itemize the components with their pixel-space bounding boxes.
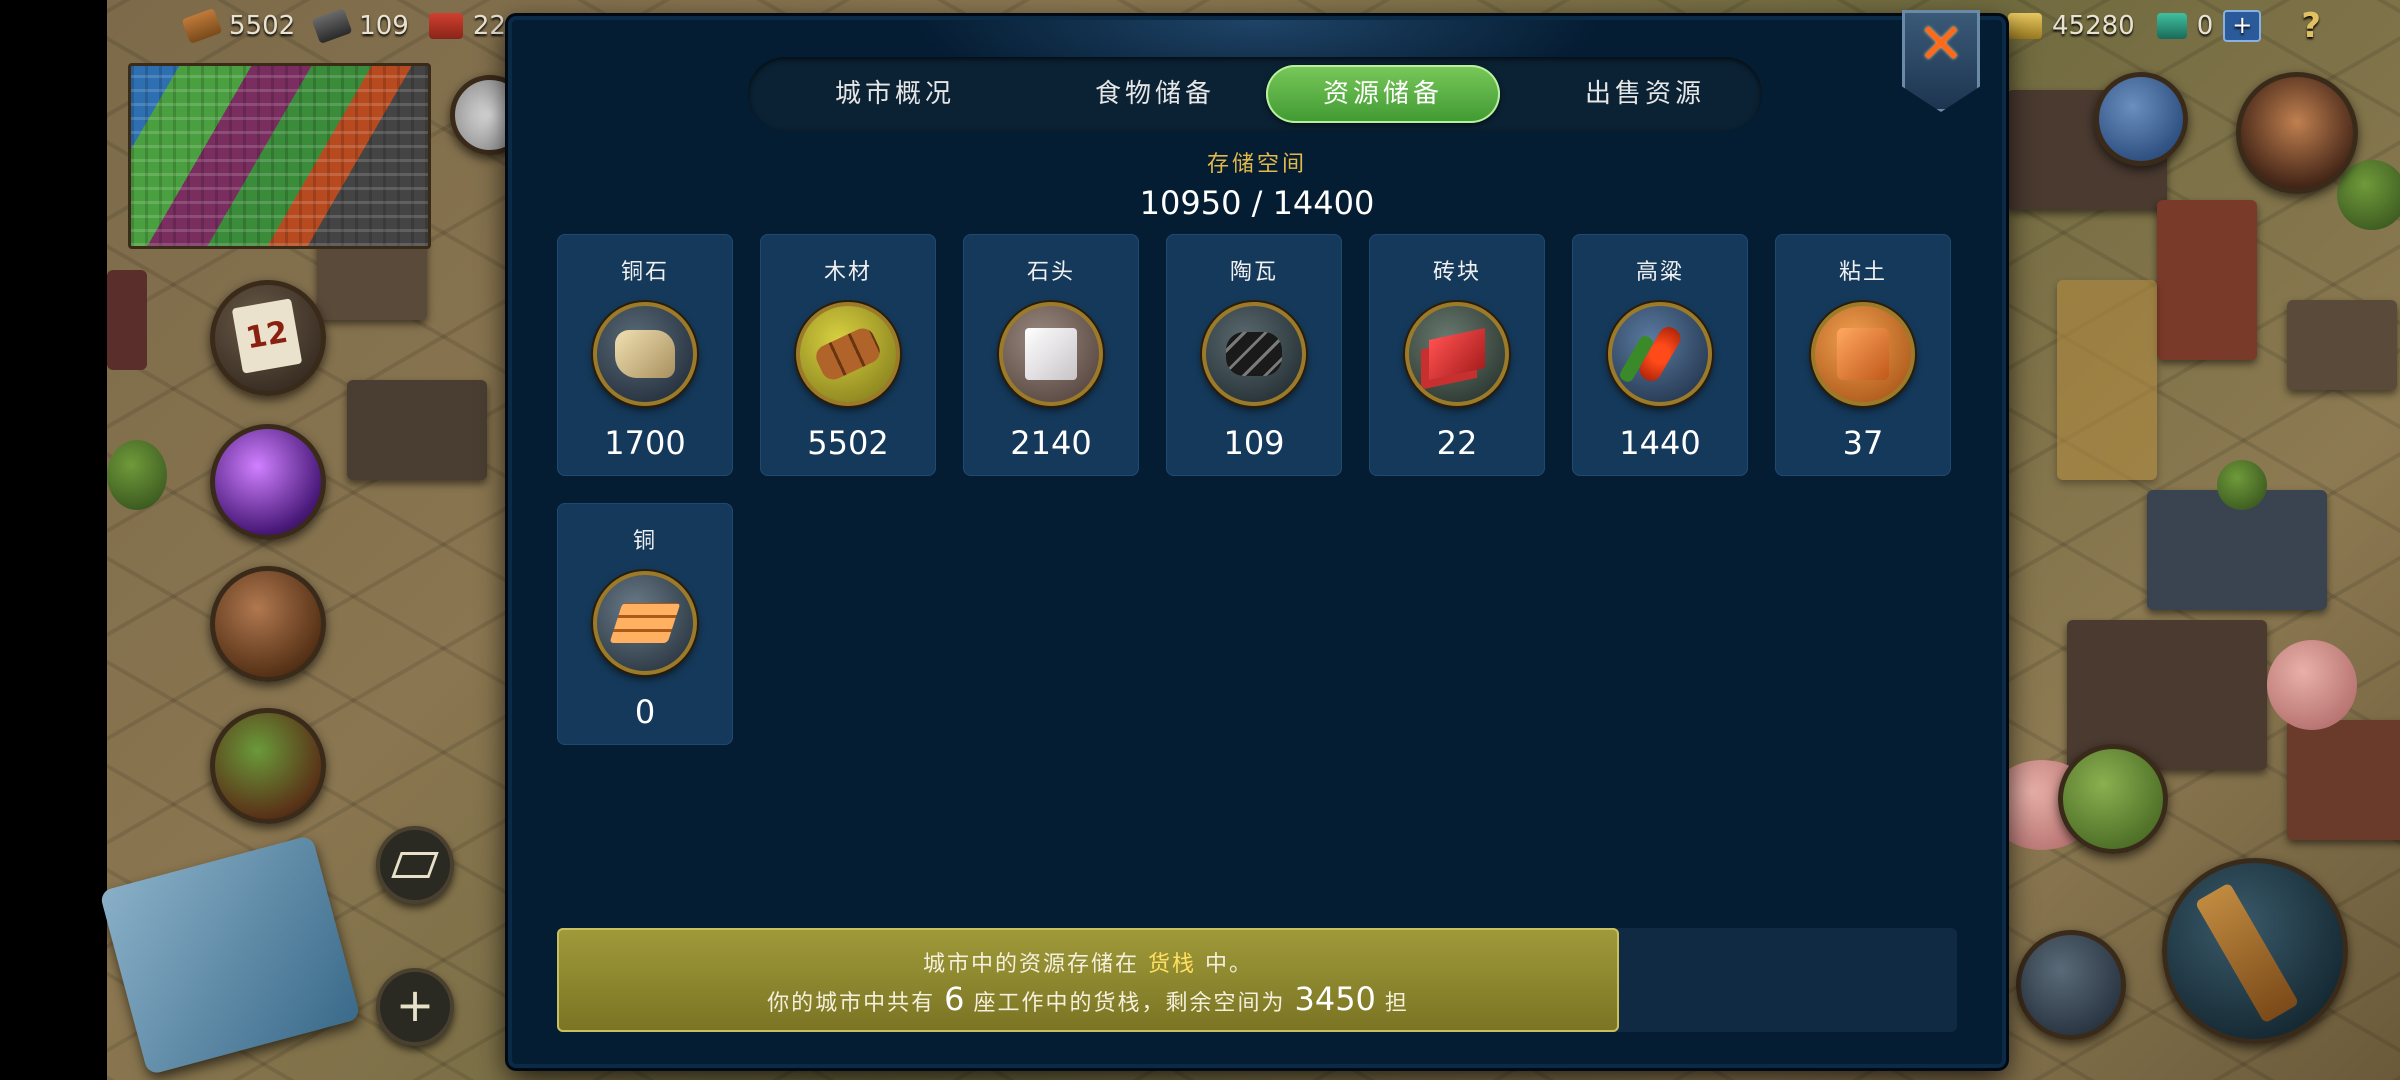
info-line1-suffix: 中。: [1205, 952, 1254, 977]
tab-city-overview[interactable]: 城市概况: [778, 65, 1012, 123]
remaining-space: 3450: [1294, 980, 1376, 1018]
close-button[interactable]: ✕: [1902, 10, 1980, 112]
resource-name: 石头: [1026, 260, 1075, 285]
top-resource-bar: 5502 109 22: [181, 4, 506, 48]
resource-name: 高粱: [1635, 260, 1684, 285]
help-button[interactable]: ?: [2301, 6, 2321, 46]
resource-quantity: 2140: [1010, 424, 1092, 462]
info-line-1: 城市中的资源存储在 货栈 中。: [557, 946, 1619, 978]
copper-ingot-icon: [593, 571, 697, 675]
magic-orb-button[interactable]: [210, 424, 326, 540]
info-line-2: 你的城市中共有 6 座工作中的货栈，剩余空间为 3450 担: [557, 980, 1619, 1018]
resource-quantity: 37: [1842, 424, 1884, 462]
info-line2-mid: 座工作中的货栈，剩余空间为: [973, 991, 1286, 1016]
tab-resource-storage[interactable]: 资源储备: [1266, 65, 1500, 123]
resource-name: 砖块: [1432, 260, 1481, 285]
resource-name: 陶瓦: [1229, 260, 1278, 285]
shovel-button[interactable]: [2016, 930, 2126, 1040]
resource-card-stone[interactable]: 石头 2140: [963, 234, 1139, 476]
tile-count: 109: [359, 11, 409, 41]
stone-block-icon: [999, 302, 1103, 406]
tile-icon: [311, 7, 353, 45]
resource-name: 铜: [632, 529, 657, 554]
clay-icon: [1811, 302, 1915, 406]
storage-space-value: 10950 / 14400: [1139, 184, 1375, 222]
resource-quantity: 1440: [1619, 424, 1701, 462]
add-gems-button[interactable]: +: [2223, 10, 2262, 42]
storage-space-label: 存储空间: [1206, 152, 1307, 177]
copper-ore-icon: [593, 302, 697, 406]
resource-card-copper[interactable]: 铜 0: [557, 503, 733, 745]
crown-button[interactable]: [2094, 72, 2188, 166]
resource-quantity: 5502: [807, 424, 889, 462]
plus-icon: +: [395, 978, 435, 1032]
warehouse-info-box: 城市中的资源存储在 货栈 中。 你的城市中共有 6 座工作中的货栈，剩余空间为 …: [557, 928, 1619, 1032]
gold-ingot-icon: [2008, 13, 2042, 39]
minimap[interactable]: [128, 63, 431, 249]
hammer-icon: [2194, 882, 2300, 1024]
calendar-day: 12: [243, 314, 291, 357]
info-line2-prefix: 你的城市中共有: [767, 991, 936, 1016]
resource-name: 木材: [823, 260, 872, 285]
layers-button[interactable]: [376, 826, 454, 904]
resource-card-sorghum[interactable]: 高粱 1440: [1572, 234, 1748, 476]
resource-quantity: 109: [1223, 424, 1285, 462]
wood-icon: [181, 7, 223, 45]
resource-name: 粘土: [1838, 260, 1887, 285]
tab-food-storage[interactable]: 食物储备: [1038, 65, 1272, 123]
resource-name: 铜石: [620, 260, 669, 285]
roof-tile-icon: [1202, 302, 1306, 406]
resource-card-wood[interactable]: 木材 5502: [760, 234, 936, 476]
resource-quantity: 1700: [604, 424, 686, 462]
resource-card-copper-ore[interactable]: 铜石 1700: [557, 234, 733, 476]
zoom-in-button[interactable]: +: [376, 968, 454, 1046]
resource-storage-panel: 城市概况 食物储备 资源储备 出售资源 ✕ 存储空间 10950 / 14400…: [508, 10, 2006, 1068]
calendar-icon: 12: [231, 298, 303, 374]
sorghum-icon: [1608, 302, 1712, 406]
road-button[interactable]: [2058, 744, 2168, 854]
wood-count: 5502: [229, 11, 296, 41]
brick-icon: [428, 13, 463, 39]
market-stall-button[interactable]: [210, 708, 326, 824]
brick-count: 22: [472, 11, 506, 41]
advisor-portrait[interactable]: [2236, 72, 2358, 194]
wood-logs-icon: [796, 302, 900, 406]
top-right-bar: 45280 0 + ?: [2008, 4, 2321, 48]
gem-count: 0: [2196, 11, 2214, 41]
resource-card-clay[interactable]: 粘土 37: [1775, 234, 1951, 476]
inventory-bag-button[interactable]: [210, 566, 326, 682]
warehouse-count: 6: [944, 980, 965, 1018]
build-hammer-button[interactable]: [2162, 858, 2348, 1044]
tab-sell-resources[interactable]: 出售资源: [1528, 65, 1762, 123]
resource-card-brick[interactable]: 砖块 22: [1369, 234, 1545, 476]
close-icon: ✕: [1917, 12, 1965, 77]
layers-icon: [391, 852, 439, 878]
resource-card-roof-tile[interactable]: 陶瓦 109: [1166, 234, 1342, 476]
brick-icon: [1405, 302, 1509, 406]
calendar-button[interactable]: 12: [210, 280, 326, 396]
resource-quantity: 22: [1436, 424, 1478, 462]
info-line2-suffix: 担: [1384, 991, 1409, 1016]
info-line1-prefix: 城市中的资源存储在: [922, 952, 1139, 977]
tab-bar: 城市概况 食物储备 资源储备 出售资源: [748, 57, 1762, 131]
gold-count: 45280: [2052, 11, 2135, 41]
warehouse-link[interactable]: 货栈: [1148, 952, 1196, 977]
resource-quantity: 0: [634, 693, 656, 731]
jade-icon: [2156, 13, 2187, 39]
